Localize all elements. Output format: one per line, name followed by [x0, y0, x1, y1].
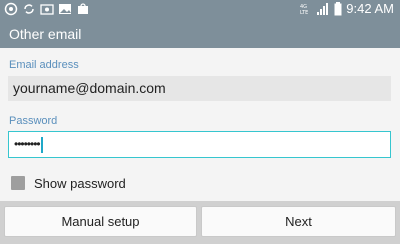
email-label: Email address	[9, 59, 79, 71]
password-label: Password	[9, 115, 58, 127]
store-icon	[78, 3, 88, 14]
button-bar: Manual setup Next	[0, 201, 400, 244]
text-cursor	[40, 136, 43, 153]
gallery-icon	[59, 4, 71, 14]
battery-icon	[334, 1, 342, 15]
system-status: 4G LTE 9:42 AM	[300, 1, 394, 16]
screenshot-icon	[40, 4, 54, 15]
email-value: yourname@domain.com	[13, 80, 166, 96]
page-title: Other email	[9, 26, 82, 42]
sync-icon	[24, 4, 34, 14]
password-field[interactable]: ••••••••	[8, 131, 391, 158]
manual-setup-button[interactable]: Manual setup	[4, 206, 197, 237]
signal-icon	[317, 2, 329, 15]
clock: 9:42 AM	[346, 1, 394, 16]
status-bar: 4G LTE 9:42 AM	[0, 0, 400, 20]
action-bar: Other email	[0, 20, 400, 48]
next-button[interactable]: Next	[201, 206, 396, 237]
email-field[interactable]: yourname@domain.com	[8, 76, 391, 101]
notification-icon	[4, 2, 18, 16]
notification-icons	[4, 2, 90, 16]
password-value: ••••••••	[14, 137, 41, 151]
show-password-checkbox[interactable]	[11, 176, 25, 190]
lte-icon: 4GLTE	[300, 4, 308, 16]
svg-text:LTE: LTE	[300, 10, 308, 16]
show-password-label[interactable]: Show password	[34, 176, 126, 191]
